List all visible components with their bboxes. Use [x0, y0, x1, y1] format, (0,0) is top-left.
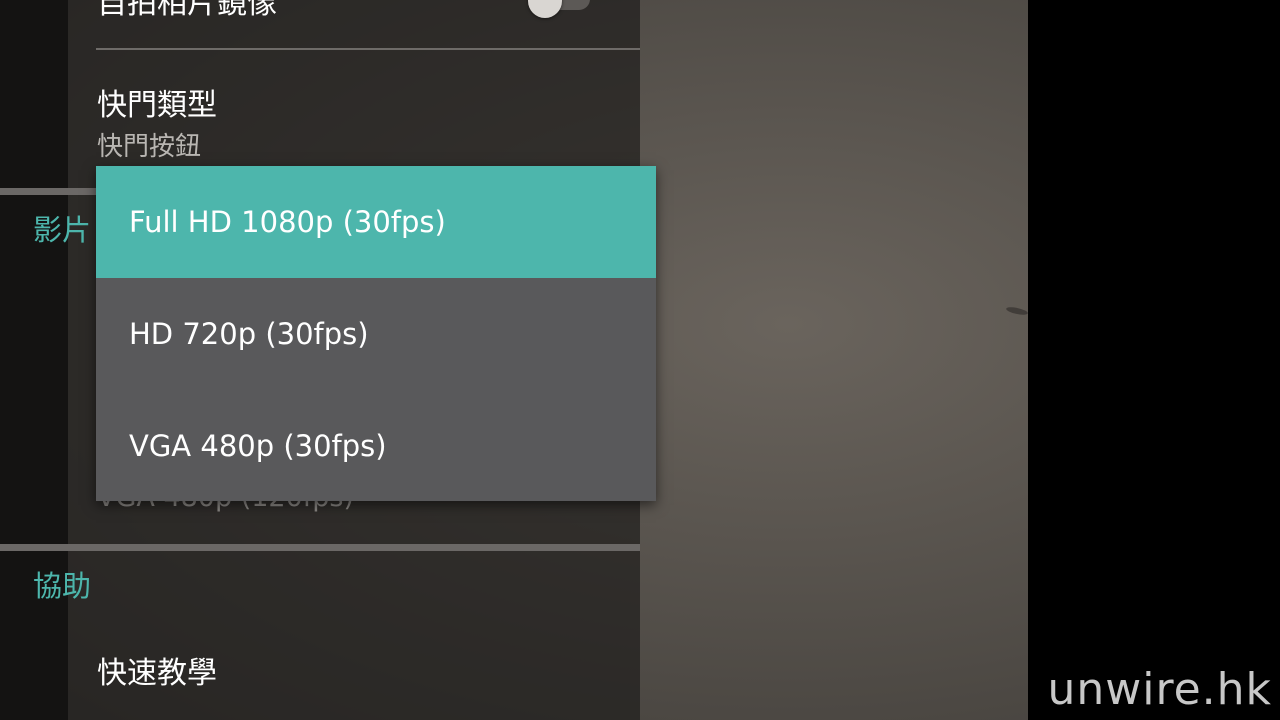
- mirror-toggle-thumb[interactable]: [528, 0, 562, 18]
- video-resolution-dropdown: Full HD 1080p (30fps) HD 720p (30fps) VG…: [96, 166, 656, 501]
- section-divider: [0, 544, 640, 551]
- video-section-header: 影片: [33, 213, 92, 247]
- shutter-type-title[interactable]: 快門類型: [97, 80, 217, 124]
- viewfinder-spot: [1005, 305, 1029, 317]
- watermark-logo: unwire.hk: [1047, 664, 1272, 715]
- quick-tutorial-item[interactable]: 快速教學: [97, 648, 217, 692]
- divider: [96, 48, 640, 50]
- camera-screen: 自拍相片鏡像 快門類型 快門按鈕 影片 VGA 480p (120fps) 協助…: [0, 0, 1280, 720]
- mirror-setting-title[interactable]: 自拍相片鏡像: [97, 0, 277, 22]
- dropdown-option-1080p[interactable]: Full HD 1080p (30fps): [96, 166, 656, 278]
- shutter-type-summary: 快門按鈕: [97, 132, 202, 162]
- dropdown-option-480p[interactable]: VGA 480p (30fps): [96, 390, 656, 502]
- dropdown-option-720p[interactable]: HD 720p (30fps): [96, 278, 656, 390]
- assist-section-header: 協助: [33, 569, 92, 603]
